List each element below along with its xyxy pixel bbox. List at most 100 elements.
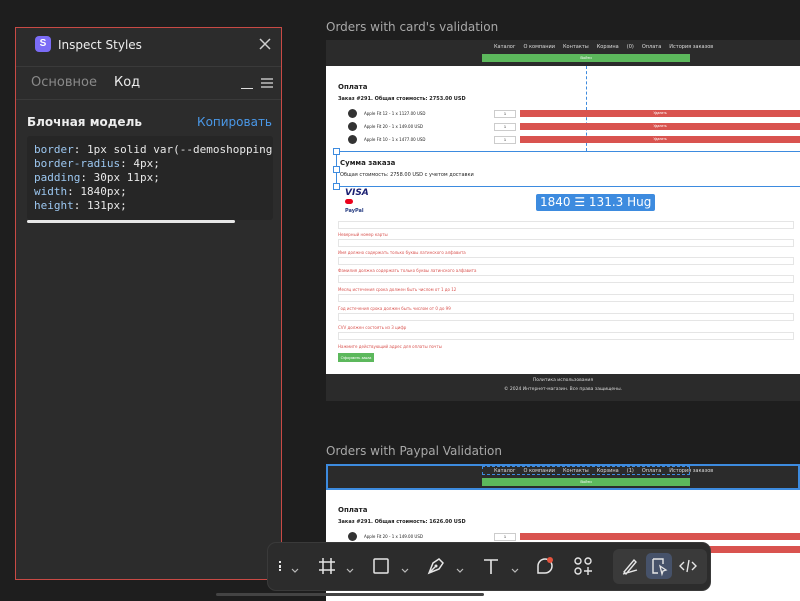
nav-item: Корзина [596, 44, 619, 50]
box-model-title: Блочная модель [27, 115, 142, 129]
item-name: Apple Fit 10 - 1 x 1477.00 USD [364, 137, 426, 142]
code-line: padding: 30px 11px; [34, 171, 160, 184]
form-field [338, 294, 794, 302]
delete-bar: Удалить [520, 123, 800, 130]
error-message: Фамилия должна содержать только буквы ла… [338, 268, 477, 273]
code-value: 1840px; [73, 185, 127, 198]
rectangle-tool-icon[interactable] [370, 555, 392, 577]
copy-button[interactable]: Копировать [197, 115, 272, 129]
frame-label-paypal-validation[interactable]: Orders with Paypal Validation [326, 444, 502, 458]
error-message: CVV должен состоять из 3 цифр [338, 325, 407, 330]
css-code-block[interactable]: border: 1px solid var(--demoshopping.ru-… [27, 136, 273, 220]
error-message: Год истечения срока должен быть числом о… [338, 306, 451, 311]
qty-field: 1 [494, 533, 516, 541]
comment-tool-icon[interactable] [534, 555, 556, 577]
order-line: Заказ #291. Общая стоимость: 1626.00 USD [338, 519, 466, 525]
login-bar: Войти [482, 54, 690, 62]
chevron-down-icon[interactable] [511, 562, 519, 573]
horizontal-scrollbar[interactable] [27, 220, 235, 223]
size-badge: 1840 ☰ 131.3 Hug [536, 194, 656, 211]
nav-dashed-outline [482, 466, 690, 475]
menu-icon[interactable] [261, 77, 273, 92]
frame-label-card-validation[interactable]: Orders with card's validation [326, 20, 498, 34]
home-indicator [216, 593, 484, 596]
nav-item: (0) [626, 44, 634, 50]
code-value: 131px; [80, 199, 127, 212]
item-name: Apple Fit 12 - 1 x 1127.00 USD [364, 111, 426, 116]
frame-card-validation[interactable]: Каталог О компании Контакты Корзина (0) … [326, 40, 800, 401]
chevron-down-icon[interactable] [291, 562, 299, 573]
error-message: Нажмите действующий адрес для оплаты поч… [338, 344, 442, 349]
item-name: Apple Fit 20 - 1 x 149.00 USD [364, 534, 423, 539]
paypal-logo: PayPal [345, 208, 364, 214]
site-nav: Каталог О компании Контакты Корзина (0) … [326, 40, 800, 66]
form-field [338, 239, 794, 247]
footer-link: Политика использования [532, 378, 594, 383]
tab-main[interactable]: Основное [31, 75, 97, 90]
nav-item: Контакты [562, 44, 589, 50]
error-message: Имя должно содержать только буквы латинс… [338, 250, 466, 255]
product-icon [348, 135, 357, 144]
close-icon[interactable] [259, 37, 271, 50]
pen-tool-icon[interactable] [425, 555, 447, 577]
error-message: Неверный номер карты [338, 232, 388, 237]
resize-handle[interactable] [333, 166, 340, 173]
delete-bar: Удалить [520, 136, 800, 143]
draw-mode-icon[interactable] [619, 555, 641, 577]
visa-logo: VISA [345, 188, 369, 198]
chevron-down-icon[interactable] [346, 562, 354, 573]
tab-code[interactable]: Код [114, 75, 140, 90]
code-line: border-radius: 4px; [34, 157, 160, 170]
minimize-icon[interactable] [241, 77, 253, 89]
resize-handle[interactable] [333, 148, 340, 155]
product-icon [348, 122, 357, 131]
actions-icon[interactable] [572, 555, 594, 577]
code-value: 1px solid var(--demoshopping.ru-s [86, 143, 273, 156]
resize-handle[interactable] [333, 183, 340, 190]
panel-header: S Inspect Styles [16, 28, 281, 64]
design-mode-icon[interactable] [648, 555, 670, 577]
form-field [338, 257, 794, 265]
nav-item: История заказов [669, 44, 714, 50]
selected-block-outline[interactable] [336, 151, 800, 187]
submit-order-bar: Оформить заказ [338, 353, 374, 362]
inspect-styles-panel: S Inspect Styles Основное Код Блочная мо… [15, 27, 282, 580]
site-nav-items: Каталог О компании Контакты Корзина (0) … [494, 44, 713, 50]
code-line: height: 131px; [34, 199, 127, 212]
error-message: Месяц истечения срока должен быть числом… [338, 287, 457, 292]
code-prop: width [34, 185, 68, 198]
panel-tabs: Основное Код [16, 66, 281, 100]
chevron-down-icon[interactable] [401, 562, 409, 573]
nav-item: Каталог [494, 44, 516, 50]
code-prop: padding [34, 171, 81, 184]
code-prop: border-radius [34, 157, 121, 170]
site-footer: Политика использования © 2024 Интернет-м… [326, 374, 800, 401]
chevron-down-icon[interactable] [456, 562, 464, 573]
delete-bar [520, 533, 800, 540]
delete-bar: Удалить [520, 110, 800, 117]
text-tool-icon[interactable] [480, 555, 502, 577]
dev-mode-icon[interactable] [677, 555, 699, 577]
code-value: 4px; [126, 157, 160, 170]
form-field [338, 275, 794, 283]
payment-title: Оплата [338, 83, 368, 91]
form-field [338, 313, 794, 321]
code-line: width: 1840px; [34, 185, 127, 198]
code-line: border: 1px solid var(--demoshopping.ru-… [34, 143, 273, 157]
qty-field: 1 [494, 123, 516, 131]
mode-switcher [613, 549, 707, 584]
form-field [338, 221, 794, 229]
plugin-icon: S [35, 36, 51, 52]
nav-item: О компании [523, 44, 555, 50]
tab-tools [241, 77, 273, 92]
nav-item: Оплата [641, 44, 662, 50]
summary-text: Общая стоимость: 2758.00 USD с учетом до… [340, 172, 474, 178]
summary-title: Сумма заказа [340, 159, 396, 167]
code-prop: height [34, 199, 74, 212]
code-value: 30px 11px; [86, 171, 160, 184]
qty-field: 1 [494, 110, 516, 118]
product-icon [348, 109, 357, 118]
order-line: Заказ #291. Общая стоимость: 2753.00 USD [338, 96, 466, 102]
panel-title: Inspect Styles [58, 38, 142, 52]
frame-tool-icon[interactable] [316, 555, 338, 577]
